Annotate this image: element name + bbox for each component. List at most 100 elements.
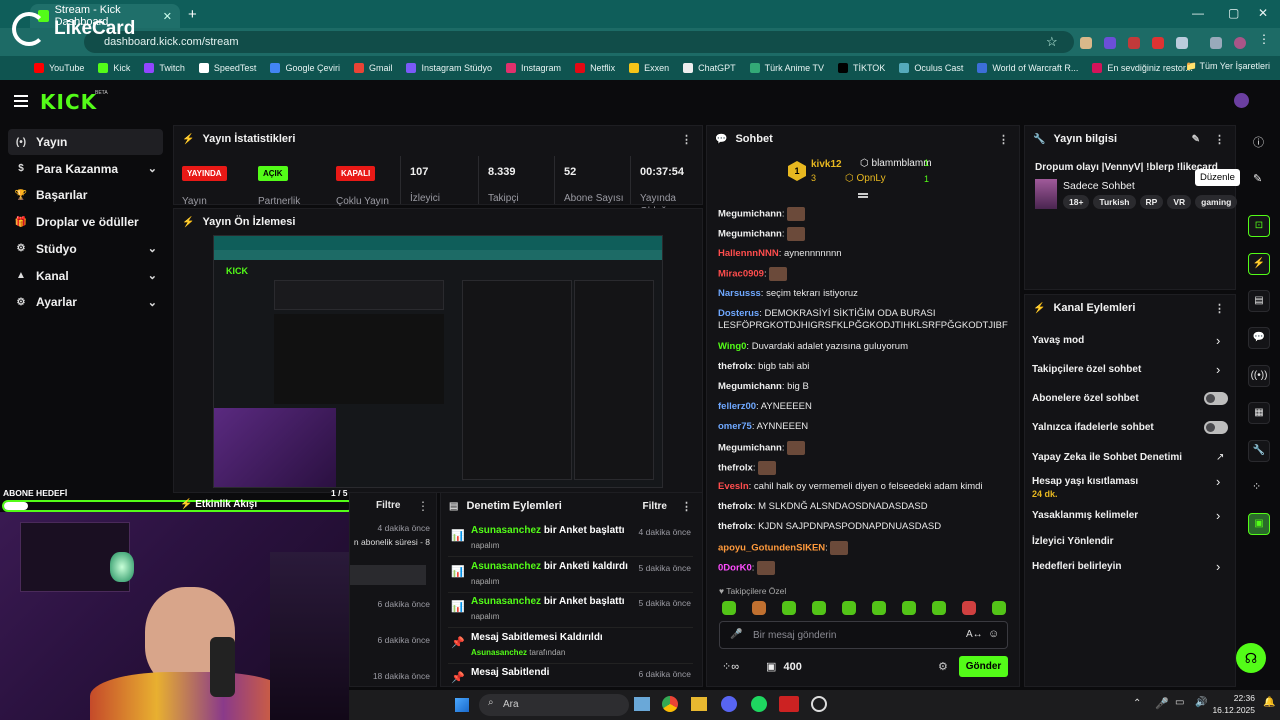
- support-headset-icon[interactable]: ☊: [1236, 643, 1266, 673]
- chat-username[interactable]: Evesln: [718, 481, 749, 492]
- discord-icon[interactable]: [721, 696, 737, 712]
- maximize-icon[interactable]: ▢: [1228, 6, 1239, 20]
- new-tab-icon[interactable]: +: [188, 6, 197, 23]
- chat-username[interactable]: thefrolx: [718, 501, 753, 512]
- share-icon[interactable]: ⁘: [1252, 480, 1261, 493]
- chat-message[interactable]: apoyu_GotundenSIKEN:: [718, 541, 1008, 555]
- more-options-icon[interactable]: ⋮: [998, 133, 1009, 146]
- channel-action-row[interactable]: Hedefleri belirleyin: [1032, 561, 1232, 572]
- bookmark-item[interactable]: TİKTOK: [837, 63, 885, 73]
- infinite-points-icon[interactable]: ⁘∞: [722, 660, 739, 673]
- quick-emote-icon[interactable]: [752, 601, 766, 615]
- bookmark-item[interactable]: Netflix: [575, 63, 615, 73]
- quick-emote-icon[interactable]: [782, 601, 796, 615]
- clip-icon[interactable]: ⊡: [1248, 215, 1270, 237]
- sidebar-item-3[interactable]: 🏆 Başarılar: [8, 182, 163, 208]
- chat-message[interactable]: thefrolx: M SLKDNĞ ALSNDAOSDNADASDASD: [718, 501, 1008, 513]
- sidebar-item-4[interactable]: 🎁 Droplar ve ödüller: [8, 209, 163, 235]
- taskbar-search[interactable]: Ara: [479, 694, 629, 716]
- chat-username[interactable]: Dosterus: [718, 308, 759, 319]
- quick-emote-icon[interactable]: [992, 601, 1006, 615]
- chat-username[interactable]: omer75: [718, 421, 752, 432]
- channel-action-row[interactable]: Abonelere özel sohbet: [1032, 393, 1232, 404]
- quick-emote-icon[interactable]: [932, 601, 946, 615]
- bookmark-item[interactable]: Kick: [98, 63, 130, 73]
- more-options-icon[interactable]: ⋮: [681, 500, 692, 513]
- tray-mic-icon[interactable]: 🎤: [1155, 697, 1169, 710]
- lightning-icon[interactable]: ⚡: [1248, 253, 1270, 275]
- chat-username[interactable]: thefrolx: [718, 463, 753, 474]
- clock-date[interactable]: 16.12.2025: [1201, 705, 1255, 715]
- profile-avatar-icon[interactable]: [1234, 37, 1246, 49]
- bookmark-item[interactable]: Google Çeviri: [270, 63, 340, 73]
- close-window-icon[interactable]: ✕: [1258, 6, 1268, 20]
- chat-icon[interactable]: 💬: [1248, 327, 1270, 349]
- all-bookmarks-link[interactable]: 📁 Tüm Yer İşaretleri: [1186, 61, 1270, 72]
- stream-preview-video[interactable]: KICK: [213, 235, 663, 488]
- chat-message[interactable]: thefrolx:: [718, 461, 1008, 475]
- kick-logo[interactable]: KICK: [40, 90, 97, 114]
- bookmark-item[interactable]: World of Warcraft R...: [977, 63, 1078, 73]
- sidebar-item-7[interactable]: ⚙ Ayarlar ⌄: [8, 289, 163, 315]
- send-button[interactable]: Gönder: [959, 656, 1008, 677]
- extensions-puzzle-icon[interactable]: [1176, 37, 1188, 49]
- broadcast-icon[interactable]: ((•)): [1248, 365, 1270, 387]
- chat-message[interactable]: Megumichann:: [718, 441, 1008, 455]
- bookmark-item[interactable]: En sevdiğiniz restor...: [1092, 63, 1193, 73]
- points-display[interactable]: ▣ 400: [766, 660, 802, 673]
- chat-settings-icon[interactable]: ⚙: [938, 660, 948, 673]
- chat-message[interactable]: Narsusss: seçim tekrarı istiyoruz: [718, 288, 1008, 300]
- more-options-icon[interactable]: ⋮: [1214, 302, 1225, 315]
- clock-time[interactable]: 22:36: [1215, 693, 1255, 703]
- channel-action-row[interactable]: İzleyici Yönlendir: [1032, 536, 1232, 547]
- chat-message[interactable]: HallennnNNN: aynennnnnnn: [718, 248, 1008, 260]
- chat-username[interactable]: Megumichann: [718, 443, 782, 454]
- moderation-filter-button[interactable]: Filtre: [643, 501, 667, 512]
- chat-username[interactable]: thefrolx: [718, 521, 753, 532]
- moderation-row[interactable]: 📊 Asunasanchez bir Anket başlattı napalım 4…: [448, 521, 693, 557]
- chat-username[interactable]: HallennnNNN: [718, 248, 779, 259]
- top-gifter-3[interactable]: ⬡ OpnLy: [845, 173, 886, 184]
- user-avatar[interactable]: [1234, 93, 1249, 108]
- chat-message[interactable]: Megumichann:: [718, 227, 1008, 241]
- channel-action-row[interactable]: Yavaş mod: [1032, 335, 1232, 346]
- chat-username[interactable]: apoyu_GotundenSIKEN: [718, 543, 825, 554]
- extension-icon[interactable]: [1080, 37, 1092, 49]
- windows-start-icon[interactable]: [455, 698, 469, 712]
- chat-message[interactable]: Megumichann: big B: [718, 381, 1008, 393]
- close-tab-icon[interactable]: ✕: [163, 10, 172, 23]
- external-link-icon[interactable]: ↗: [1216, 452, 1224, 463]
- tag-chip[interactable]: RP: [1139, 195, 1164, 209]
- address-bar[interactable]: dashboard.kick.com/stream: [84, 31, 1074, 53]
- moderation-row[interactable]: 📊 Asunasanchez bir Anket başlattı napalım 5…: [448, 592, 693, 628]
- sidebar-item-6[interactable]: ▲ Kanal ⌄: [8, 263, 163, 289]
- chrome-icon[interactable]: [662, 696, 678, 712]
- chat-username[interactable]: Narsusss: [718, 288, 761, 299]
- microphone-icon[interactable]: 🎤: [730, 629, 742, 640]
- minimize-icon[interactable]: —: [1192, 6, 1204, 20]
- more-options-icon[interactable]: ⋮: [681, 133, 692, 146]
- channel-action-row[interactable]: Takipçilere özel sohbet: [1032, 364, 1232, 375]
- category-name[interactable]: Sadece Sohbet: [1063, 180, 1135, 192]
- voicemeeter-icon[interactable]: [779, 696, 799, 712]
- chat-message[interactable]: Megumichann:: [718, 207, 1008, 221]
- quick-emote-icon[interactable]: [902, 601, 916, 615]
- bookmark-item[interactable]: Exxen: [629, 63, 669, 73]
- layout-icon[interactable]: ▦: [1248, 402, 1270, 424]
- bookmark-item[interactable]: ChatGPT: [683, 63, 736, 73]
- chat-message[interactable]: thefrolx: KJDN SAJPDNPASPODNAPDNUASDASD: [718, 521, 1008, 533]
- bookmark-item[interactable]: Instagram Stüdyo: [406, 63, 492, 73]
- chat-message[interactable]: Evesln: cahil halk oy vermemeli diyen o …: [718, 481, 1008, 493]
- bookmark-item[interactable]: YouTube: [34, 63, 84, 73]
- expand-chevron-icon[interactable]: [858, 193, 868, 198]
- chat-message[interactable]: 0DorK0:: [718, 561, 1008, 575]
- game-icon[interactable]: ▣: [1248, 513, 1270, 535]
- extension-icon[interactable]: [1128, 37, 1140, 49]
- chat-message[interactable]: fellerz00: AYNEEEEN: [718, 401, 1008, 413]
- extension-icon[interactable]: [1152, 37, 1164, 49]
- edit-pencil-icon[interactable]: ✎: [1192, 134, 1200, 145]
- browser-menu-icon[interactable]: ⋮: [1258, 32, 1270, 46]
- file-explorer-icon[interactable]: [691, 697, 707, 711]
- bookmark-item[interactable]: Türk Anime TV: [749, 63, 824, 73]
- spotify-icon[interactable]: [751, 696, 767, 712]
